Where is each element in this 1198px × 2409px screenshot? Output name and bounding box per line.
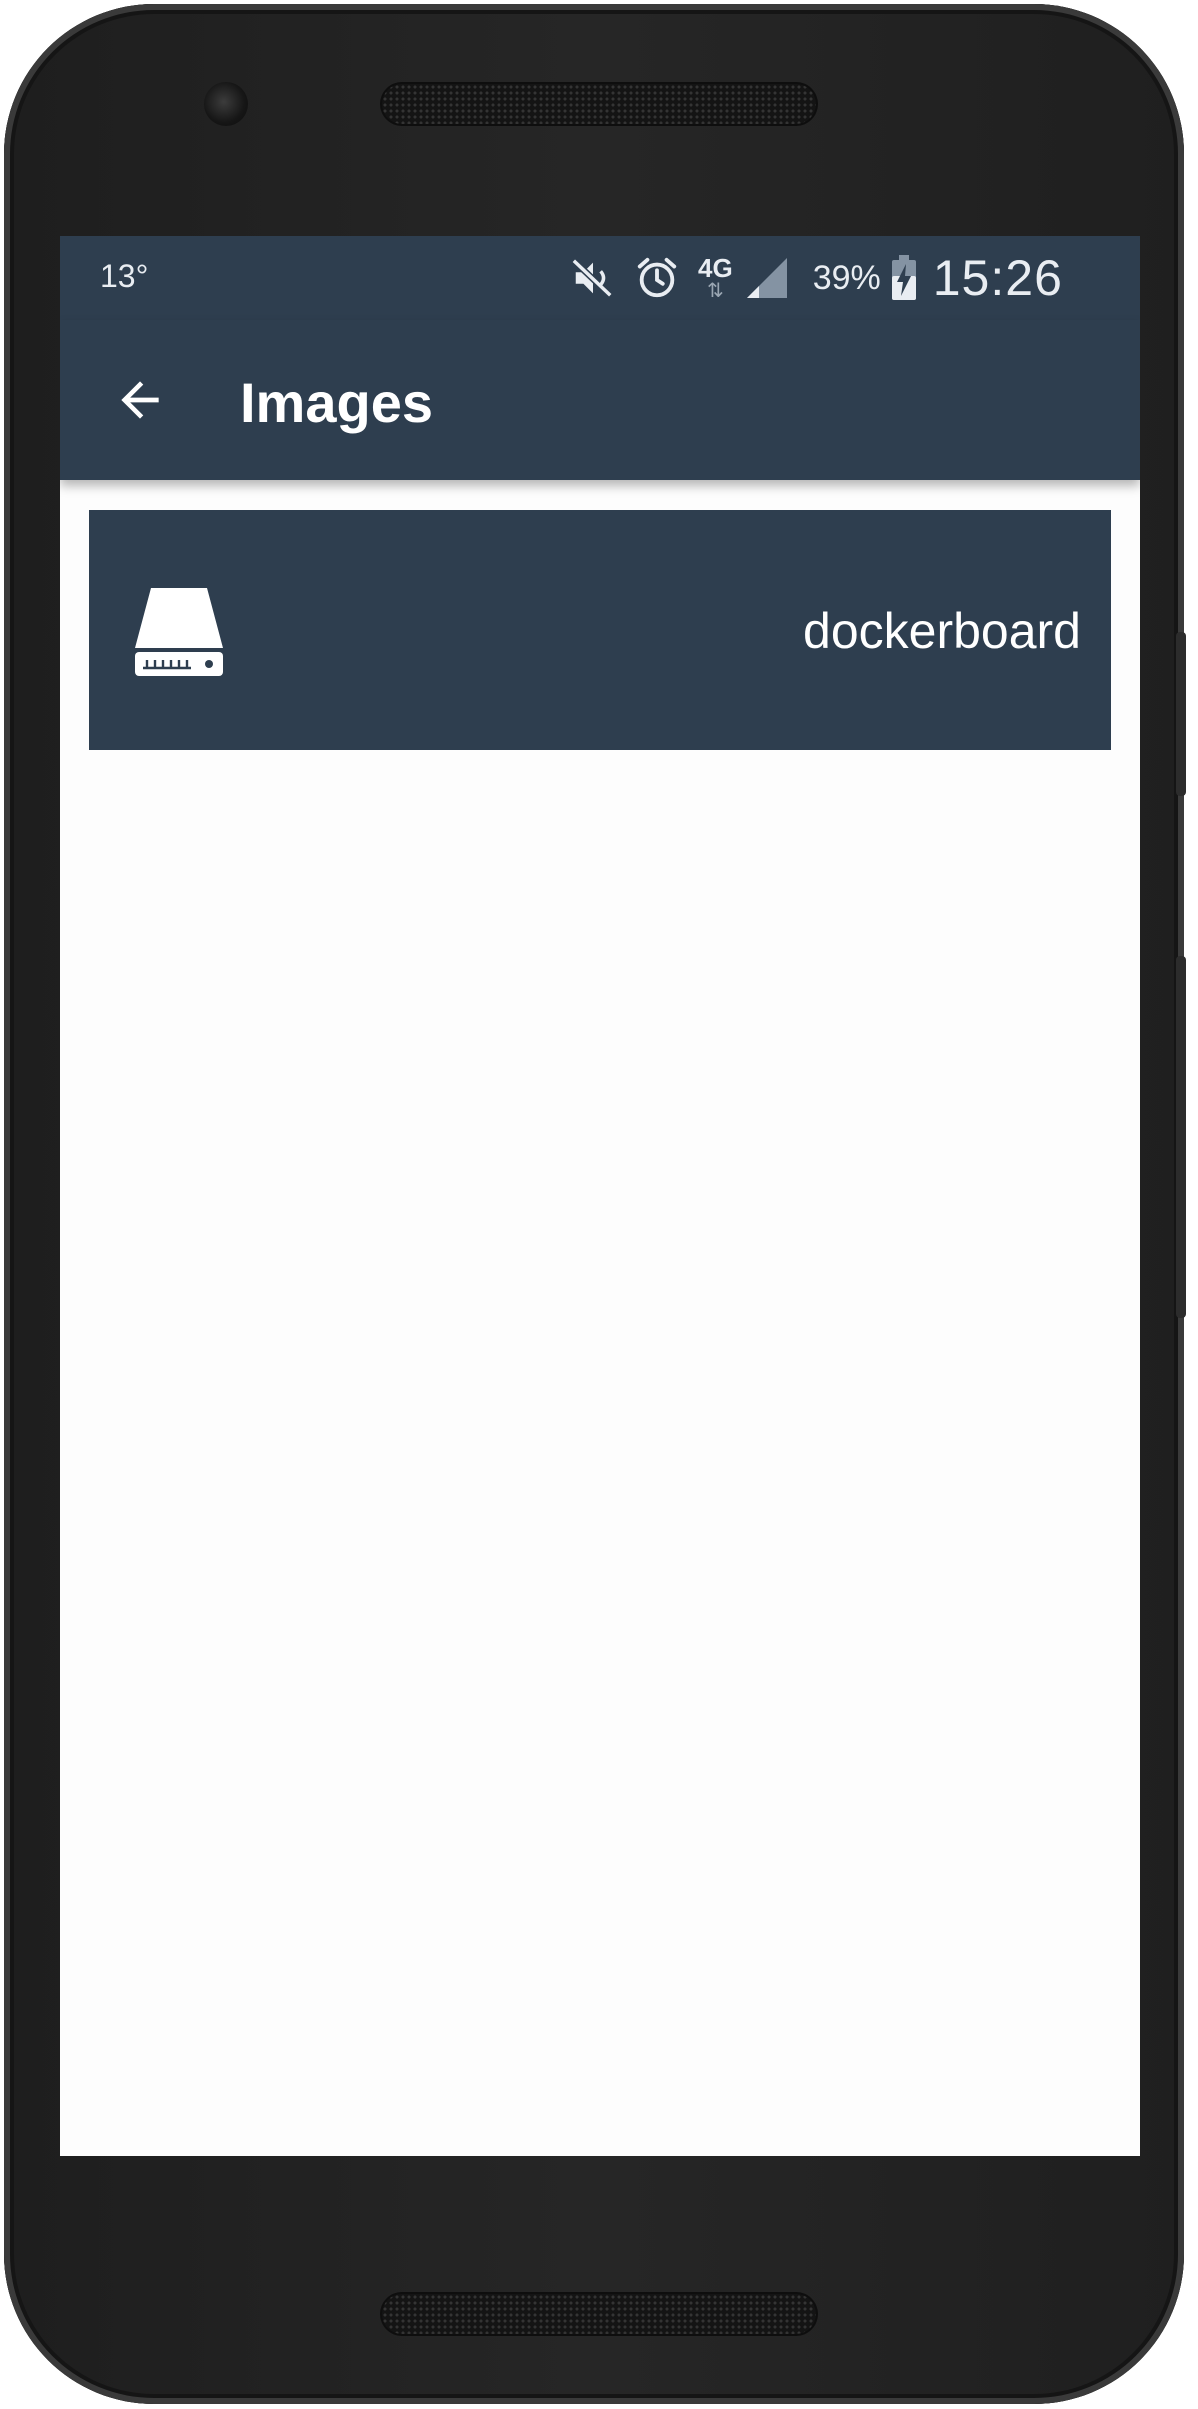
app-bar: Images <box>60 320 1140 480</box>
page-title: Images <box>240 371 433 434</box>
front-camera <box>204 82 248 126</box>
battery-charging-icon <box>891 255 916 300</box>
status-bar: 13° 4G ⇅ 39% 15:26 <box>60 236 1140 320</box>
images-list: dockerboard <box>89 510 1111 750</box>
alarm-icon <box>637 257 677 298</box>
hard-drive-icon <box>135 588 223 676</box>
power-button <box>1176 632 1186 796</box>
clock: 15:26 <box>932 250 1063 306</box>
signal-icon <box>746 258 787 298</box>
bottom-speaker <box>382 2294 816 2334</box>
image-name: dockerboard <box>803 603 1081 659</box>
battery-percent: 39% <box>812 258 881 297</box>
status-icons: 4G ⇅ 39% 15:26 <box>570 248 1063 308</box>
list-item[interactable]: dockerboard <box>89 510 1111 750</box>
network-4g-icon: 4G ⇅ <box>698 253 733 302</box>
arrow-back-icon[interactable] <box>112 372 168 428</box>
phone-frame: 13° 4G ⇅ 39% 15:26 Images dockerboard <box>4 4 1186 2404</box>
mute-icon <box>571 258 613 298</box>
temperature-text: 13° <box>100 258 149 294</box>
screen: 13° 4G ⇅ 39% 15:26 Images dockerboard <box>60 236 1140 2156</box>
top-speaker <box>382 84 816 124</box>
volume-button <box>1176 956 1186 1318</box>
